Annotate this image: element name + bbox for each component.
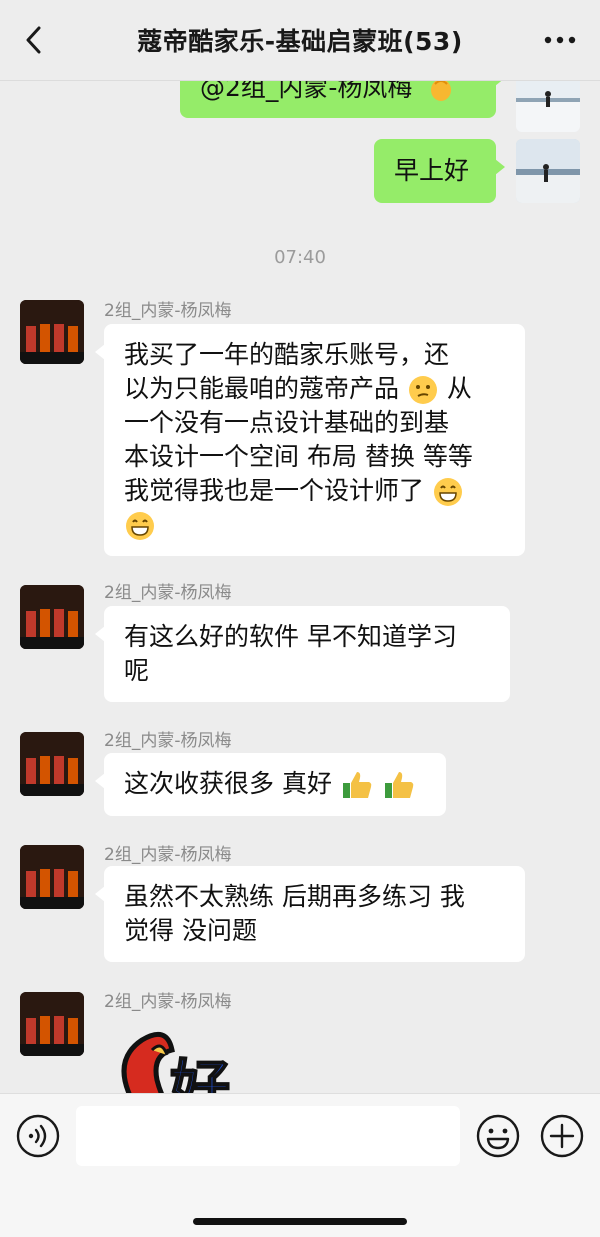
back-button[interactable] <box>20 26 48 54</box>
message-bubble-incoming[interactable]: 虽然不太熟练 后期再多练习 我 觉得 没问题 <box>95 866 525 962</box>
message-text: @2组_内蒙-杨凤梅 <box>200 80 413 102</box>
voice-icon <box>16 1114 60 1158</box>
hand-emoji-icon <box>431 80 452 101</box>
message-line: 我买了一年的酷家乐账号，还 <box>124 340 450 369</box>
avatar-image <box>20 585 84 649</box>
more-button[interactable] <box>542 26 578 54</box>
message-bubble-incoming[interactable]: 这次收获很多 真好 <box>95 753 446 816</box>
avatar[interactable] <box>20 732 84 796</box>
message-input[interactable] <box>76 1106 460 1166</box>
message-line: 虽然不太熟练 后期再多练习 我 <box>124 882 465 911</box>
emoji-icon <box>476 1114 520 1158</box>
grinning-face-icon <box>433 478 462 506</box>
avatar[interactable] <box>20 845 84 909</box>
plus-icon <box>540 1114 584 1158</box>
more-dots-icon <box>544 36 576 44</box>
chat-area[interactable]: @2组_内蒙-杨凤梅 早上好 07:40 2组_内蒙-杨凤梅 我买了一年的酷家乐… <box>0 80 600 1093</box>
thumbs-up-icon <box>342 772 372 798</box>
message-line: 以为只能最咱的蔻帝产品 从 <box>124 372 505 406</box>
chat-header: 蔻帝酷家乐-基础启蒙班(53) <box>0 0 600 81</box>
message-bubble-incoming[interactable]: 有这么好的软件 早不知道学习 呢 <box>95 606 510 702</box>
message-line <box>124 508 505 542</box>
message-line: 一个没有一点设计基础的到基 <box>124 408 450 437</box>
sender-name: 2组_内蒙-杨凤梅 <box>104 301 232 321</box>
message-text: 早上好 <box>394 156 470 185</box>
message-line: 我觉得我也是一个设计师了 <box>124 474 505 508</box>
message-text: 这次收获很多 真好 <box>124 769 332 798</box>
chat-title: 蔻帝酷家乐-基础启蒙班(53) <box>137 27 463 56</box>
avatar-photo <box>516 80 580 132</box>
message-line: 本设计一个空间 布局 替换 等等 <box>124 442 473 471</box>
avatar-image <box>20 732 84 796</box>
avatar[interactable] <box>20 992 84 1056</box>
sender-name: 2组_内蒙-杨凤梅 <box>104 992 232 1012</box>
avatar-image <box>20 300 84 364</box>
sender-name: 2组_内蒙-杨凤梅 <box>104 583 232 603</box>
sticker-text: 好 <box>169 1053 231 1093</box>
input-bar <box>0 1093 600 1237</box>
avatar-photo <box>516 139 580 203</box>
thinking-face-icon <box>408 376 437 404</box>
avatar[interactable] <box>20 585 84 649</box>
message-bubble-incoming[interactable]: 我买了一年的酷家乐账号，还 以为只能最咱的蔻帝产品 从 一个没有一点设计基础的到… <box>95 324 525 556</box>
time-divider: 07:40 <box>274 247 326 268</box>
grinning-face-icon <box>126 512 154 540</box>
plus-button[interactable] <box>540 1114 584 1158</box>
message-text: 从 <box>446 374 472 403</box>
avatar[interactable] <box>516 80 580 132</box>
message-bubble-outgoing[interactable]: @2组_内蒙-杨凤梅 <box>180 80 505 118</box>
avatar-image <box>20 992 84 1056</box>
message-line: 觉得 没问题 <box>124 916 257 945</box>
message-text: 我觉得我也是一个设计师了 <box>124 476 425 505</box>
home-indicator[interactable] <box>193 1218 407 1225</box>
message-bubble-outgoing[interactable]: 早上好 <box>374 139 505 203</box>
sender-name: 2组_内蒙-杨凤梅 <box>104 845 232 865</box>
avatar[interactable] <box>516 139 580 203</box>
sticker-message[interactable]: 好 <box>112 1020 242 1093</box>
message-line: 有这么好的软件 早不知道学习 <box>124 622 457 651</box>
chevron-left-icon <box>26 26 41 54</box>
sender-name: 2组_内蒙-杨凤梅 <box>104 731 232 751</box>
avatar-image <box>20 845 84 909</box>
voice-button[interactable] <box>16 1114 60 1158</box>
emoji-button[interactable] <box>476 1114 520 1158</box>
message-text: 以为只能最咱的蔻帝产品 <box>124 374 400 403</box>
avatar[interactable] <box>20 300 84 364</box>
message-line: 呢 <box>124 656 150 685</box>
thumbs-up-icon <box>384 772 414 798</box>
